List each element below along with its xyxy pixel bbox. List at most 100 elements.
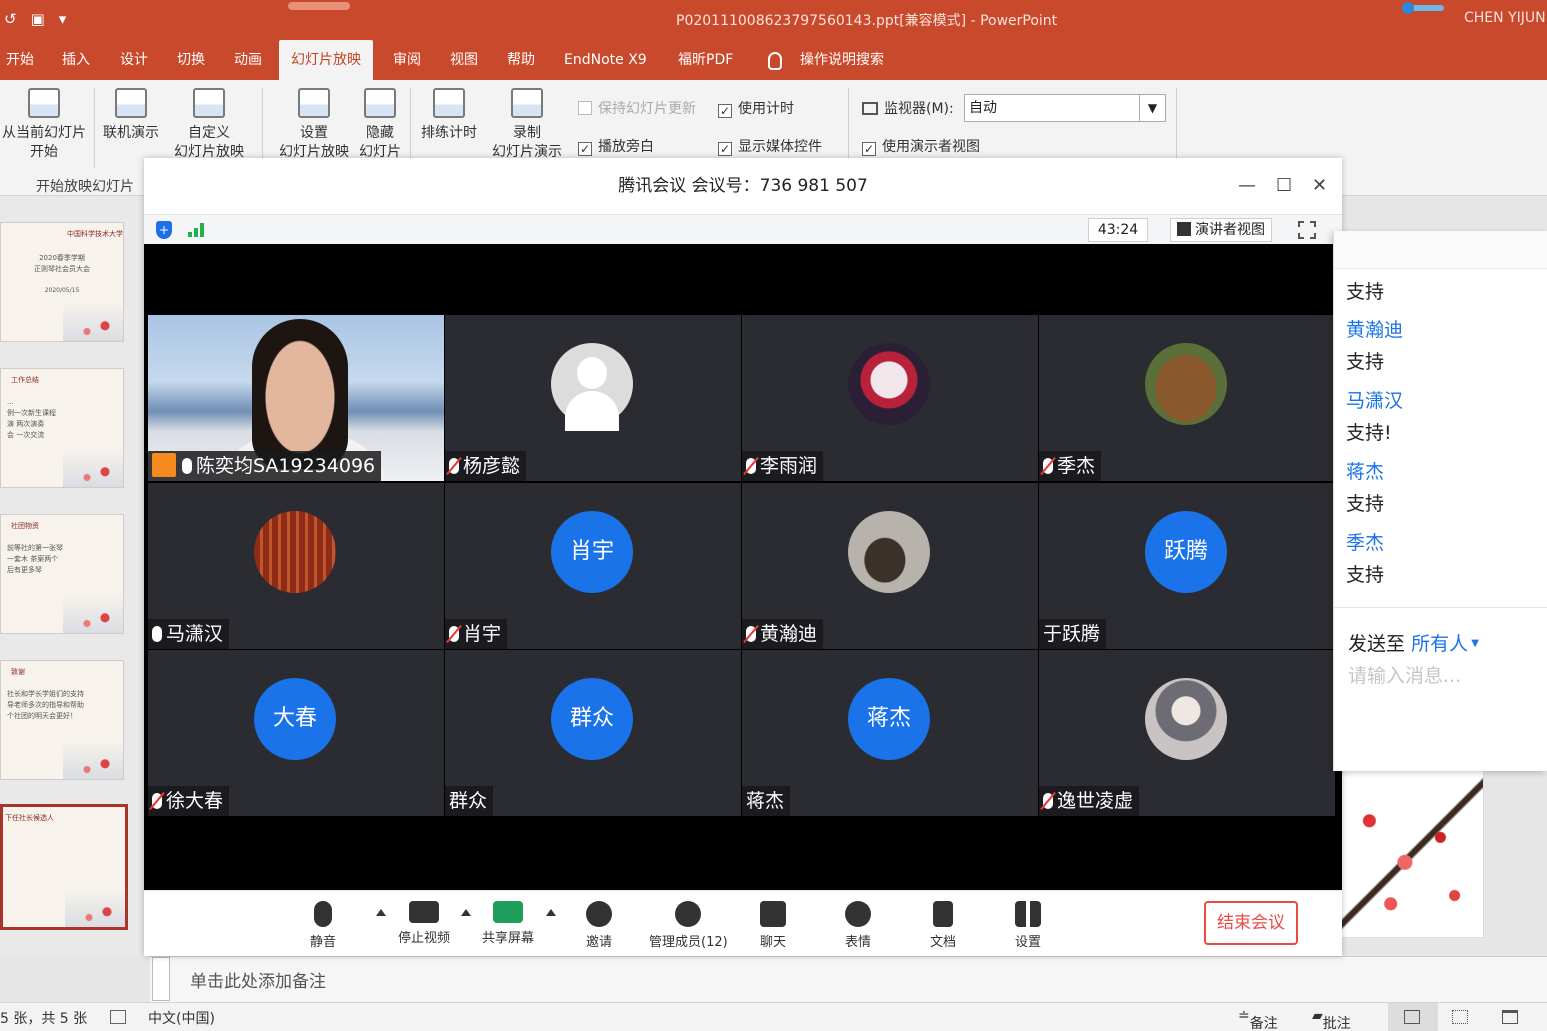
mute-button[interactable]: 静音 bbox=[310, 901, 336, 950]
participant-tile[interactable]: 李雨润 bbox=[742, 315, 1038, 481]
stop-video-button[interactable]: 停止视频 bbox=[398, 901, 450, 946]
custom-slideshow-button[interactable]: 自定义 幻灯片放映 bbox=[166, 88, 252, 158]
participant-tile[interactable]: 跃腾 于跃腾 bbox=[1039, 483, 1335, 649]
slide-thumbnail-5[interactable]: 下任社长候选人 bbox=[0, 804, 128, 930]
slide-thumbnail-2[interactable]: 工作总结 ... 例一次新生课程 演 两次演奏 会 一次交流 bbox=[0, 368, 124, 488]
from-current-slide-button[interactable]: 从当前幻灯片 开始 bbox=[0, 88, 88, 162]
play-narration-checkbox[interactable]: ✓ 播放旁白 bbox=[578, 136, 654, 156]
share-screen-button[interactable]: 共享屏幕 bbox=[482, 901, 534, 946]
send-to-target[interactable]: 所有人 bbox=[1411, 633, 1468, 655]
presenter-view-checkbox[interactable]: ✓ 使用演示者视图 bbox=[862, 136, 980, 156]
powerpoint-title-bar: ↺ ▣ ▾ P020111008623797560143.ppt[兼容模式] -… bbox=[0, 0, 1547, 40]
title-drag-handle[interactable] bbox=[288, 2, 350, 10]
tab-help[interactable]: 帮助 bbox=[507, 40, 535, 80]
show-media-controls-checkbox[interactable]: ✓ 显示媒体控件 bbox=[718, 136, 822, 156]
participant-tile[interactable]: 肖宇 肖宇 bbox=[445, 483, 741, 649]
chat-sender[interactable]: 季杰 bbox=[1346, 528, 1384, 555]
invite-button[interactable]: 邀请 bbox=[586, 901, 612, 950]
tab-slide-show[interactable]: 幻灯片放映 bbox=[279, 40, 373, 80]
meeting-title-bar: 腾讯会议 会议号：736 981 507 — ☐ ✕ bbox=[144, 158, 1342, 214]
chat-sender[interactable]: 蒋杰 bbox=[1346, 457, 1384, 484]
tell-me-search[interactable]: 操作说明搜索 bbox=[800, 40, 884, 80]
participant-tile[interactable]: 马潇汉 bbox=[148, 483, 444, 649]
security-shield-icon[interactable]: + bbox=[156, 221, 172, 239]
participant-tile[interactable]: 黄瀚迪 bbox=[742, 483, 1038, 649]
audio-options-caret-icon[interactable] bbox=[376, 909, 386, 916]
participant-tile[interactable]: 逸世凌虚 bbox=[1039, 650, 1335, 816]
chat-sender[interactable]: 马潇汉 bbox=[1346, 386, 1403, 413]
plum-blossom-decoration bbox=[63, 741, 123, 779]
chat-header bbox=[1334, 231, 1547, 269]
slide-thumbnail-1[interactable]: 中国科学技术大学 2020春季学期 正则琴社会员大会 2020/05/15 bbox=[0, 222, 124, 342]
tab-review[interactable]: 审阅 bbox=[393, 40, 421, 80]
smiley-icon bbox=[845, 901, 871, 927]
monitor-select[interactable]: 自动 ▼ bbox=[964, 94, 1166, 122]
send-to-selector[interactable]: 发送至 所有人 ▼ bbox=[1348, 629, 1479, 656]
online-present-button[interactable]: 联机演示 bbox=[98, 88, 164, 143]
notes-toggle-button[interactable]: ≐ 备注 bbox=[1238, 1008, 1278, 1031]
slide-thumbnail-3[interactable]: 社团物资 前等社的第一张琴 一套木 茶案两个 后有更多琴 bbox=[0, 514, 124, 634]
settings-button[interactable]: 设置 bbox=[1015, 901, 1041, 950]
chat-input[interactable]: 请输入消息... bbox=[1348, 661, 1461, 688]
participant-tile[interactable]: 季杰 bbox=[1039, 315, 1335, 481]
participant-tile[interactable]: 蒋杰 蒋杰 bbox=[742, 650, 1038, 816]
tab-design[interactable]: 设计 bbox=[120, 40, 148, 80]
manage-members-button[interactable]: 管理成员(12) bbox=[649, 901, 728, 950]
end-meeting-button[interactable]: 结束会议 bbox=[1204, 901, 1298, 945]
minimize-icon[interactable]: — bbox=[1238, 158, 1256, 214]
tab-home[interactable]: 开始 bbox=[6, 40, 34, 80]
participant-tile[interactable]: 陈奕均SA19234096 bbox=[148, 315, 444, 481]
mute-label: 静音 bbox=[310, 935, 337, 950]
slide-sorter-icon[interactable] bbox=[1452, 1010, 1468, 1024]
user-account-name[interactable]: CHEN YIJUN bbox=[1464, 10, 1546, 26]
thumbnail-text: 一套木 茶案两个 bbox=[7, 555, 59, 563]
record-label-2: 幻灯片演示 bbox=[492, 144, 562, 158]
tab-foxit-pdf[interactable]: 福昕PDF bbox=[678, 40, 733, 80]
chat-button[interactable]: 聊天 bbox=[760, 901, 786, 950]
tab-view[interactable]: 视图 bbox=[450, 40, 478, 80]
avatar: 大春 bbox=[254, 678, 336, 760]
customize-dropdown-icon[interactable]: ▾ bbox=[59, 10, 67, 28]
host-icon bbox=[152, 453, 176, 477]
participant-tile[interactable]: 杨彦懿 bbox=[445, 315, 741, 481]
language-indicator[interactable]: 中文(中国) bbox=[148, 1008, 215, 1028]
caret-down-icon[interactable]: ▼ bbox=[1468, 638, 1479, 649]
setup-slideshow-button[interactable]: 设置 幻灯片放映 bbox=[272, 88, 356, 158]
documents-button[interactable]: 文档 bbox=[930, 901, 956, 950]
share-options-caret-icon[interactable] bbox=[546, 909, 556, 916]
slide-canvas-edge[interactable] bbox=[1340, 770, 1484, 938]
tab-animations[interactable]: 动画 bbox=[234, 40, 262, 80]
rehearse-timings-button[interactable]: 排练计时 bbox=[414, 88, 484, 143]
reading-view-icon[interactable] bbox=[1502, 1010, 1518, 1024]
maximize-icon[interactable]: ☐ bbox=[1276, 158, 1292, 214]
chevron-down-icon[interactable]: ▼ bbox=[1139, 95, 1165, 121]
tab-transitions[interactable]: 切换 bbox=[177, 40, 205, 80]
video-camera-icon bbox=[409, 901, 439, 923]
present-icon[interactable]: ▣ bbox=[31, 10, 45, 28]
hide-slide-button[interactable]: 隐藏 幻灯片 bbox=[354, 88, 406, 158]
comments-toggle-button[interactable]: ▰ 批注 bbox=[1312, 1008, 1351, 1031]
keep-updated-checkbox[interactable]: 保持幻灯片更新 bbox=[578, 98, 696, 118]
notes-scrollbar[interactable] bbox=[152, 957, 170, 1001]
chat-sender[interactable]: 黄瀚迪 bbox=[1346, 315, 1403, 342]
speaker-view-button[interactable]: 演讲者视图 bbox=[1170, 218, 1272, 242]
undo-icon[interactable]: ↺ bbox=[4, 10, 17, 28]
participant-nametag: 杨彦懿 bbox=[445, 451, 527, 481]
spellcheck-icon[interactable] bbox=[110, 1010, 126, 1024]
notes-placeholder[interactable]: 单击此处添加备注 bbox=[190, 967, 326, 992]
participant-tile[interactable]: 大春 徐大春 bbox=[148, 650, 444, 816]
emoji-button[interactable]: 表情 bbox=[845, 901, 871, 950]
tab-endnote[interactable]: EndNote X9 bbox=[564, 40, 647, 80]
use-timings-checkbox[interactable]: ✓ 使用计时 bbox=[718, 98, 794, 118]
close-icon[interactable]: ✕ bbox=[1312, 158, 1327, 214]
zoom-slider-thumb[interactable] bbox=[1402, 2, 1414, 14]
notes-pane[interactable]: 单击此处添加备注 bbox=[150, 956, 1547, 1002]
zoom-slider[interactable] bbox=[1402, 2, 1444, 14]
record-slideshow-button[interactable]: 录制 幻灯片演示 bbox=[482, 88, 572, 158]
network-signal-icon[interactable] bbox=[188, 223, 206, 237]
fullscreen-icon[interactable] bbox=[1298, 221, 1316, 239]
slide-thumbnail-4[interactable]: 致谢 社长和学长学姐们的支持 导老师多次的指导和帮助 个社团的明天会更好！ bbox=[0, 660, 124, 780]
video-options-caret-icon[interactable] bbox=[461, 909, 471, 916]
participant-tile[interactable]: 群众 群众 bbox=[445, 650, 741, 816]
tab-insert[interactable]: 插入 bbox=[62, 40, 90, 80]
